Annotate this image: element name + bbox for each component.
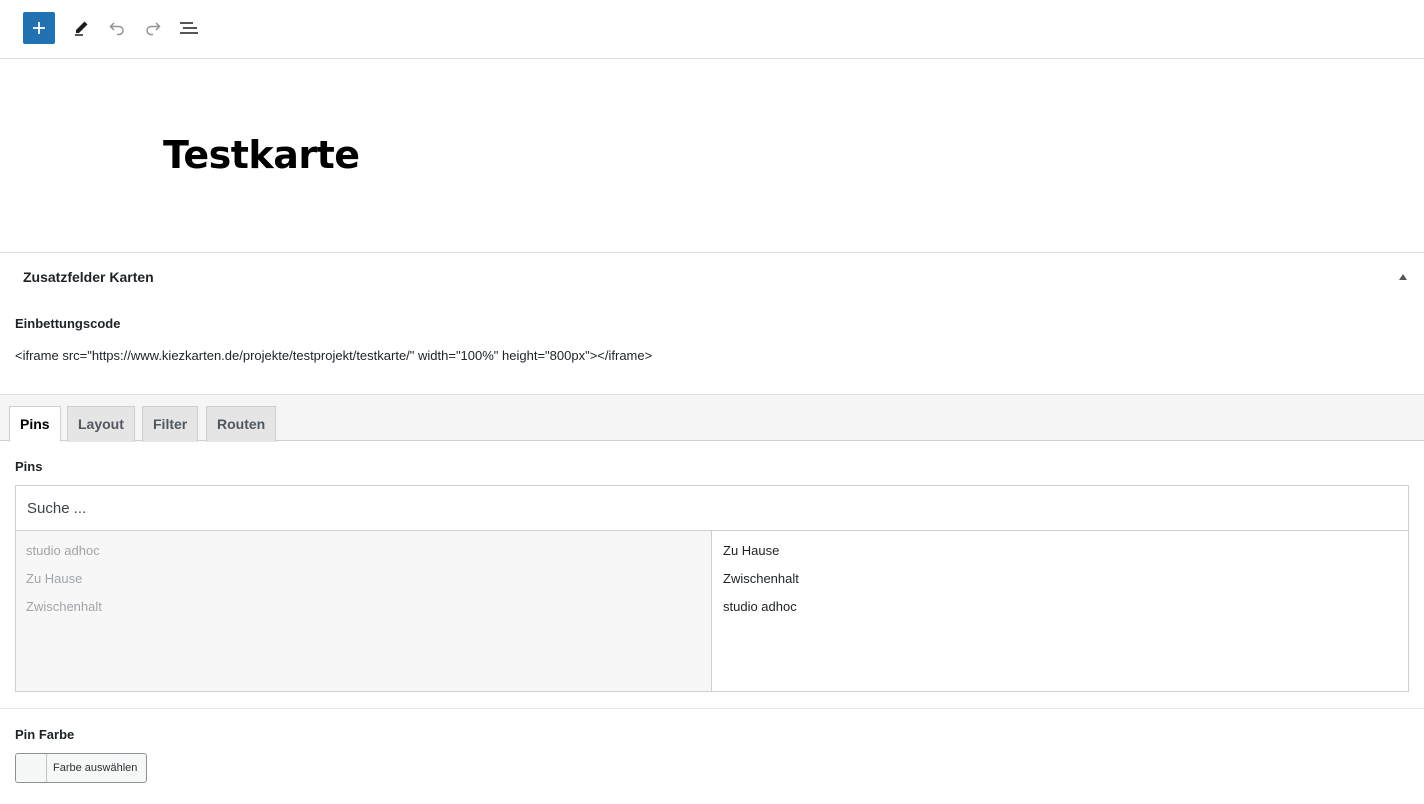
tab-pins[interactable]: Pins: [9, 406, 61, 442]
pencil-icon: [75, 21, 88, 36]
post-title[interactable]: Testkarte: [163, 133, 360, 177]
tab-bar: Pins Layout Filter Routen: [0, 394, 1424, 442]
tab-routen[interactable]: Routen: [206, 406, 277, 442]
tab-filter[interactable]: Filter: [142, 406, 199, 442]
choice-item[interactable]: Zu Hause: [26, 571, 82, 586]
color-picker-label: Farbe auswählen: [47, 754, 146, 782]
metabox-header[interactable]: Zusatzfelder Karten: [0, 254, 1424, 300]
color-swatch: [16, 754, 47, 782]
triangle-up-icon: [1399, 274, 1407, 280]
add-block-button[interactable]: [23, 12, 55, 44]
edit-tools-button[interactable]: [65, 12, 97, 44]
title-area: Testkarte: [0, 59, 1424, 253]
pin-color-label: Pin Farbe: [15, 727, 75, 742]
list-view-button[interactable]: [173, 12, 205, 44]
pins-choices-list: studio adhoc Zu Hause Zwischenhalt: [16, 531, 712, 691]
pins-search-input[interactable]: [16, 486, 1408, 530]
pins-relationship-field: studio adhoc Zu Hause Zwischenhalt Zu Ha…: [15, 485, 1409, 692]
undo-button[interactable]: [101, 12, 133, 44]
list-view-icon: [180, 22, 198, 34]
metabox-title: Zusatzfelder Karten: [23, 269, 154, 285]
embed-code-label: Einbettungscode: [15, 316, 121, 331]
pins-selected-list: Zu Hause Zwischenhalt studio adhoc: [713, 531, 1408, 691]
choice-item[interactable]: Zwischenhalt: [26, 599, 102, 614]
metabox-toggle-button[interactable]: [1396, 270, 1410, 284]
choice-item[interactable]: studio adhoc: [26, 543, 100, 558]
embed-code-value: <iframe src="https://www.kiezkarten.de/p…: [15, 348, 653, 363]
undo-icon: [109, 22, 124, 36]
tab-layout[interactable]: Layout: [67, 406, 135, 442]
redo-button[interactable]: [137, 12, 169, 44]
editor-toolbar: [0, 0, 1424, 59]
selected-item[interactable]: Zu Hause: [723, 543, 779, 558]
plus-icon: [33, 22, 45, 34]
pins-search-box: [16, 486, 1408, 531]
redo-icon: [146, 22, 161, 36]
pins-field-label: Pins: [15, 459, 43, 474]
selected-item[interactable]: Zwischenhalt: [723, 571, 799, 586]
field-divider: [0, 708, 1424, 709]
pin-color-picker-button[interactable]: Farbe auswählen: [15, 753, 147, 783]
selected-item[interactable]: studio adhoc: [723, 599, 797, 614]
